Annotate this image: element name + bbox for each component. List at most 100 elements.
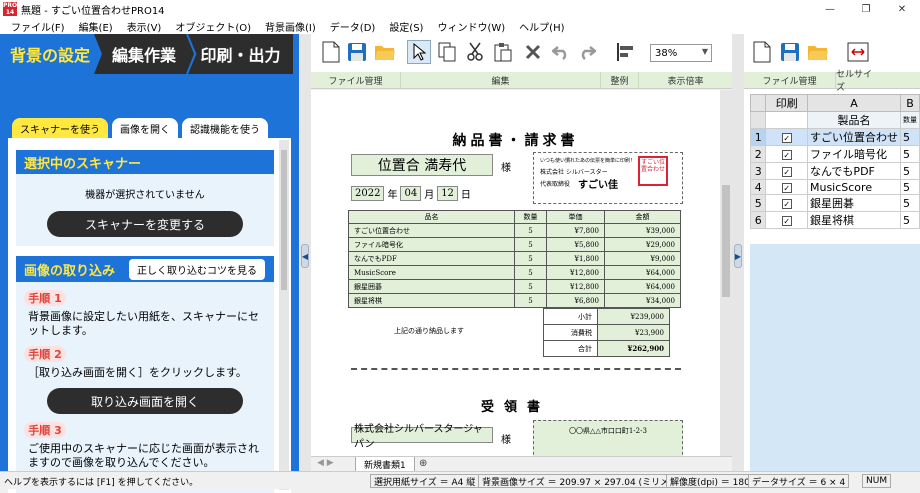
table-row[interactable]: 銀星囲碁 5 ¥12,800 ¥64,000	[348, 279, 681, 294]
delete-icon[interactable]	[521, 40, 545, 64]
align-icon[interactable]	[613, 40, 637, 64]
select-pointer-icon[interactable]	[407, 40, 431, 64]
cut-icon[interactable]	[463, 40, 487, 64]
grid-field-row: 製品名 数量	[749, 111, 920, 129]
table-row[interactable]: MusicScore 5 ¥12,800 ¥64,000	[348, 265, 681, 280]
window-title: 無題 - すごい位置合わせPRO14	[21, 5, 165, 17]
menu-window[interactable]: ウィンドウ(W)	[430, 19, 512, 34]
print-checkbox[interactable]: ✓	[781, 182, 792, 193]
item-amount: ¥34,000	[604, 293, 681, 308]
step-print[interactable]: 印刷・出力	[188, 34, 293, 74]
menu-view[interactable]: 表示(V)	[120, 19, 169, 34]
cell-product[interactable]: MusicScore	[806, 179, 901, 195]
grid-row[interactable]: 5 ✓ 銀星囲碁 5	[749, 194, 920, 212]
document-canvas[interactable]: 納品書・請求書 位置合 満寿代 様 2022 年 04 月 12 日 いつも使い…	[311, 90, 720, 478]
cell-product[interactable]: 銀星将棋	[806, 211, 901, 229]
sheet-nav-icon[interactable]: ◀ ▶	[317, 458, 334, 468]
cell-qty[interactable]: 5	[899, 162, 920, 180]
receipt-name-field[interactable]: 株式会社シルバースタージャパン	[351, 424, 493, 450]
cell-qty[interactable]: 5	[899, 211, 920, 229]
right-splitter[interactable]: ▶	[732, 34, 744, 471]
new-file-icon[interactable]	[319, 40, 343, 64]
menu-edit[interactable]: 編集(E)	[72, 19, 120, 34]
grid-row[interactable]: 1 ✓ すごい位置合わせ 5	[749, 128, 920, 146]
date-day-field[interactable]: 12	[437, 186, 458, 201]
grid-corner[interactable]	[749, 94, 767, 112]
customer-name-field[interactable]: 位置合 満寿代	[351, 154, 493, 176]
print-checkbox[interactable]: ✓	[781, 132, 792, 143]
undo-icon[interactable]	[549, 40, 573, 64]
grid-row[interactable]: 3 ✓ なんでもPDF 5	[749, 162, 920, 180]
open-capture-button[interactable]: 取り込み画面を開く	[47, 388, 243, 414]
grid-row[interactable]: 2 ✓ ファイル暗号化 5	[749, 145, 920, 163]
collapse-left-icon[interactable]: ◀	[301, 244, 309, 268]
column-b[interactable]: B	[899, 94, 920, 112]
step-edit[interactable]: 編集作業	[94, 34, 194, 74]
issuer-box[interactable]: いつも使い慣れたあの伝票を簡単に印刷！ 株式会社 シルバースター 代表取締役 す…	[533, 152, 683, 204]
cell-qty[interactable]: 5	[899, 179, 920, 195]
document-scrollbar-thumb[interactable]	[722, 185, 730, 297]
item-name: ファイル暗号化	[348, 237, 515, 252]
menu-help[interactable]: ヘルプ(H)	[512, 19, 571, 34]
zoom-select[interactable]: 38% ▼	[650, 44, 712, 62]
close-button[interactable]: ✕	[884, 0, 920, 18]
open-folder-icon[interactable]	[373, 40, 397, 64]
date-year-field[interactable]: 2022	[351, 186, 385, 201]
cell-product[interactable]: すごい位置合わせ	[806, 128, 901, 146]
print-checkbox[interactable]: ✓	[781, 215, 792, 226]
cell-product[interactable]: ファイル暗号化	[806, 145, 901, 163]
table-row[interactable]: すごい位置合わせ 5 ¥7,800 ¥39,000	[348, 223, 681, 238]
add-sheet-icon[interactable]: ⊕	[419, 458, 427, 469]
document-scrollbar[interactable]	[720, 90, 732, 478]
menu-data[interactable]: データ(D)	[323, 19, 383, 34]
left-scrollbar[interactable]	[279, 140, 289, 490]
capture-box: 画像の取り込み 正しく取り込むコツを見る 手順 1 背景画像に設定したい用紙を、…	[16, 256, 274, 493]
menu-object[interactable]: オブジェクト(O)	[168, 19, 258, 34]
receipt-honorific: 様	[501, 435, 511, 446]
minimize-button[interactable]: —	[812, 0, 848, 18]
data-save-icon[interactable]	[778, 40, 802, 64]
field-quantity[interactable]: 数量	[899, 111, 920, 129]
expand-right-icon[interactable]: ▶	[734, 244, 742, 268]
total-label: 合計	[543, 340, 598, 357]
redo-icon[interactable]	[575, 40, 599, 64]
date-month-field[interactable]: 04	[400, 186, 422, 201]
tab-recognition[interactable]: 認識機能を使う	[182, 118, 268, 138]
field-product-name[interactable]: 製品名	[806, 111, 901, 129]
cell-product[interactable]: 銀星囲碁	[806, 194, 901, 212]
left-scrollbar-thumb[interactable]	[281, 150, 287, 290]
receipt-address-box[interactable]: 〇〇県△△市口口町1-2-3	[533, 420, 683, 460]
copy-icon[interactable]	[435, 40, 459, 64]
data-open-folder-icon[interactable]	[806, 40, 830, 64]
table-row[interactable]: 銀星将棋 5 ¥6,800 ¥34,000	[348, 293, 681, 308]
step-background[interactable]: 背景の設定	[0, 34, 100, 74]
cell-product[interactable]: なんでもPDF	[806, 162, 901, 180]
item-qty: 5	[514, 251, 547, 266]
print-checkbox[interactable]: ✓	[781, 198, 792, 209]
cell-size-icon[interactable]	[846, 40, 870, 64]
menu-file[interactable]: ファイル(F)	[4, 19, 72, 34]
print-checkbox[interactable]: ✓	[781, 149, 792, 160]
cell-qty[interactable]: 5	[899, 145, 920, 163]
tab-open-image[interactable]: 画像を開く	[112, 118, 178, 138]
grid-row[interactable]: 4 ✓ MusicScore 5	[749, 179, 920, 195]
menu-settings[interactable]: 設定(S)	[382, 19, 430, 34]
menu-background[interactable]: 背景画像(I)	[258, 19, 323, 34]
column-a[interactable]: A	[806, 94, 901, 112]
save-icon[interactable]	[345, 40, 369, 64]
cell-qty[interactable]: 5	[899, 194, 920, 212]
change-scanner-button[interactable]: スキャナーを変更する	[47, 211, 243, 237]
left-splitter[interactable]: ◀	[299, 34, 311, 471]
tab-scanner[interactable]: スキャナーを使う	[12, 118, 108, 138]
data-new-file-icon[interactable]	[750, 40, 774, 64]
restore-button[interactable]: ❐	[848, 0, 884, 18]
table-row[interactable]: ファイル暗号化 5 ¥5,800 ¥29,000	[348, 237, 681, 252]
cell-qty[interactable]: 5	[899, 128, 920, 146]
capture-tips-button[interactable]: 正しく取り込むコツを見る	[129, 258, 266, 280]
paste-icon[interactable]	[491, 40, 515, 64]
table-row[interactable]: なんでもPDF 5 ¥1,800 ¥9,000	[348, 251, 681, 266]
grid-row[interactable]: 6 ✓ 銀星将棋 5	[749, 211, 920, 229]
print-checkbox[interactable]: ✓	[781, 166, 792, 177]
sheet-tab[interactable]: 新規書類1	[355, 457, 415, 472]
column-print[interactable]: 印刷	[765, 94, 808, 112]
